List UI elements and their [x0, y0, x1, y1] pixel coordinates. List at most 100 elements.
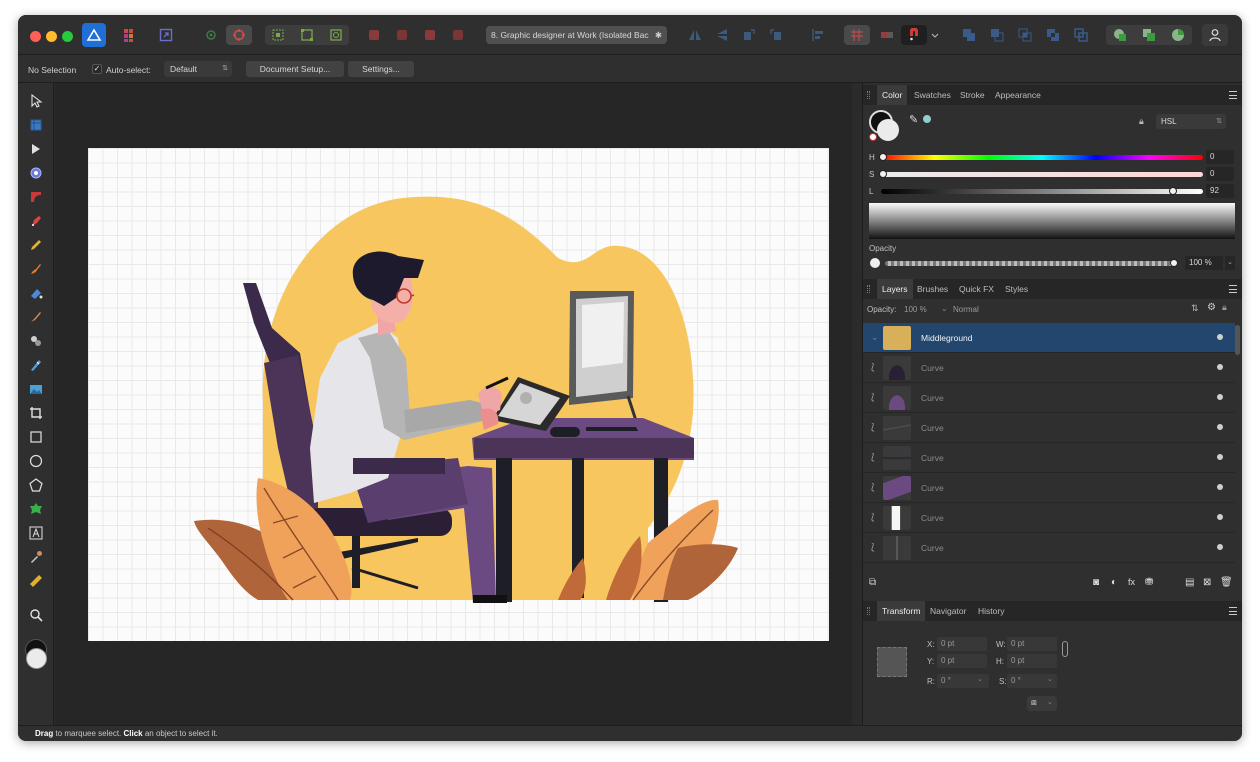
list-item[interactable]: ⟅ Curve	[863, 473, 1235, 503]
visibility-dot-icon[interactable]	[1217, 544, 1223, 550]
place-image-tool-icon[interactable]	[27, 332, 45, 350]
chevron-down-icon[interactable]: ⌄	[1047, 675, 1053, 683]
text-tool-icon[interactable]	[27, 524, 45, 542]
panel-grip-icon[interactable]	[867, 91, 870, 99]
tab-brushes[interactable]: Brushes	[912, 279, 953, 299]
hue-value[interactable]: 0	[1206, 150, 1234, 164]
lightness-slider-knob[interactable]	[1169, 187, 1177, 195]
bounding-box-icon[interactable]	[296, 25, 318, 45]
node-tool-icon[interactable]	[27, 140, 45, 158]
blend-mode-value[interactable]: Normal	[953, 305, 979, 314]
saturation-slider-knob[interactable]	[879, 170, 887, 178]
visibility-dot-icon[interactable]	[1217, 484, 1223, 490]
zoom-window-button[interactable]	[62, 31, 73, 42]
tab-appearance[interactable]: Appearance	[990, 85, 1046, 105]
add-layer-icon[interactable]: ▤	[1185, 577, 1194, 588]
tab-transform[interactable]: Transform	[877, 601, 926, 621]
move-back-one-icon[interactable]	[391, 25, 413, 45]
color-panel-menu-icon[interactable]	[1229, 91, 1237, 99]
insert-behind-icon[interactable]	[1138, 25, 1160, 45]
pixel-persona-icon[interactable]	[119, 25, 141, 45]
document-tab[interactable]: 8. Graphic designer at Work (Isolated Ba…	[486, 26, 667, 44]
artboard-tool-icon[interactable]	[27, 116, 45, 134]
list-item[interactable]: ⟅ Curve	[863, 503, 1235, 533]
fx-icon[interactable]: fx	[1128, 577, 1135, 587]
tab-quick-fx[interactable]: Quick FX	[954, 279, 999, 299]
zoom-tool-icon[interactable]	[27, 606, 45, 624]
export-persona-icon[interactable]	[155, 25, 177, 45]
boolean-xor-icon[interactable]	[1042, 25, 1064, 45]
snap-to-grid-icon[interactable]	[844, 25, 870, 45]
tab-swatches[interactable]: Swatches	[909, 85, 956, 105]
panel-grip-icon[interactable]	[867, 285, 870, 293]
fill-tool-icon[interactable]	[27, 284, 45, 302]
align-icon[interactable]	[807, 25, 829, 45]
boolean-add-icon[interactable]	[958, 25, 980, 45]
rotate-left-icon[interactable]	[738, 25, 760, 45]
layers-panel-menu-icon[interactable]	[1229, 285, 1237, 293]
tab-layers[interactable]: Layers	[877, 279, 913, 299]
visibility-dot-icon[interactable]	[1217, 454, 1223, 460]
transparency-tool-icon[interactable]	[27, 356, 45, 374]
list-item[interactable]: ⌄ Middleground	[863, 323, 1235, 353]
visibility-dot-icon[interactable]	[1217, 364, 1223, 370]
document-tab-modified-icon[interactable]: ✱	[655, 26, 662, 44]
horizontal-scrollbar[interactable]	[55, 712, 852, 725]
fill-color-swatch[interactable]	[26, 648, 47, 669]
paint-brush-tool-icon[interactable]	[27, 308, 45, 326]
hue-slider[interactable]	[881, 155, 1203, 160]
opacity-value[interactable]: 100 %	[1185, 256, 1223, 270]
opacity-slider-knob[interactable]	[1170, 259, 1178, 267]
list-item[interactable]: ⟅ Curve	[863, 443, 1235, 473]
chevron-down-icon[interactable]: ⌄	[1225, 256, 1235, 270]
designer-persona-icon[interactable]	[82, 23, 106, 47]
color-preview-gradient[interactable]	[869, 203, 1235, 239]
shape-tool-icon[interactable]	[27, 500, 45, 518]
pencil-tool-icon[interactable]	[27, 236, 45, 254]
flip-horizontal-icon[interactable]	[684, 25, 706, 45]
x-field[interactable]: 0 pt	[937, 637, 987, 651]
visibility-dot-icon[interactable]	[1217, 334, 1223, 340]
mask-icon[interactable]: ◙	[1093, 577, 1099, 588]
delete-layer-icon[interactable]: 🗑︎	[1220, 577, 1233, 588]
measure-tool-icon[interactable]	[27, 572, 45, 590]
move-tool-icon[interactable]	[27, 92, 45, 110]
rectangle-tool-icon[interactable]	[27, 428, 45, 446]
adjustment-icon[interactable]: ◐	[1111, 577, 1117, 588]
layer-opacity-value[interactable]: 100 %	[904, 305, 927, 314]
settings-button[interactable]: Settings...	[348, 61, 414, 77]
polygon-tool-icon[interactable]	[27, 476, 45, 494]
group-layers-icon[interactable]: ⊠	[1203, 577, 1211, 588]
visibility-dot-icon[interactable]	[1217, 394, 1223, 400]
color-picker-tool-icon[interactable]	[27, 548, 45, 566]
point-transform-tool-icon[interactable]	[27, 164, 45, 182]
auto-select-checkbox[interactable]: ✓	[92, 64, 102, 74]
visibility-dot-icon[interactable]	[1217, 514, 1223, 520]
color-mode-dropdown[interactable]: HSL ⇅	[1156, 114, 1226, 129]
transform-options-button[interactable]: ⧈ ⌄	[1027, 696, 1057, 711]
list-item[interactable]: ⟅ Curve	[863, 353, 1235, 383]
tab-styles[interactable]: Styles	[1000, 279, 1033, 299]
ellipse-tool-icon[interactable]	[27, 452, 45, 470]
rotate-right-icon[interactable]	[765, 25, 787, 45]
close-window-button[interactable]	[30, 31, 41, 42]
transform-panel-menu-icon[interactable]	[1229, 607, 1237, 615]
anchor-selector[interactable]	[877, 647, 907, 677]
image-tool-icon[interactable]	[27, 380, 45, 398]
link-dimensions-icon[interactable]	[1062, 641, 1068, 657]
gear-icon[interactable]: ⚙	[1207, 302, 1216, 313]
visibility-dot-icon[interactable]	[1217, 424, 1223, 430]
list-item[interactable]: ⟅ Curve	[863, 383, 1235, 413]
minimize-window-button[interactable]	[46, 31, 57, 42]
artboard-page[interactable]	[88, 148, 829, 641]
auto-select-dropdown[interactable]: Default ⇅	[164, 61, 232, 77]
layer-options-icon[interactable]: ⧉	[869, 577, 876, 588]
tab-stroke[interactable]: Stroke	[955, 85, 990, 105]
chevron-down-icon[interactable]: ⌄	[977, 675, 983, 683]
saturation-slider[interactable]	[881, 172, 1203, 177]
corner-tool-icon[interactable]	[27, 188, 45, 206]
insert-top-icon[interactable]	[1167, 25, 1189, 45]
hue-slider-knob[interactable]	[879, 153, 887, 161]
live-filter-icon[interactable]: ⛃	[1145, 577, 1153, 588]
fill-color-well[interactable]	[877, 119, 899, 141]
